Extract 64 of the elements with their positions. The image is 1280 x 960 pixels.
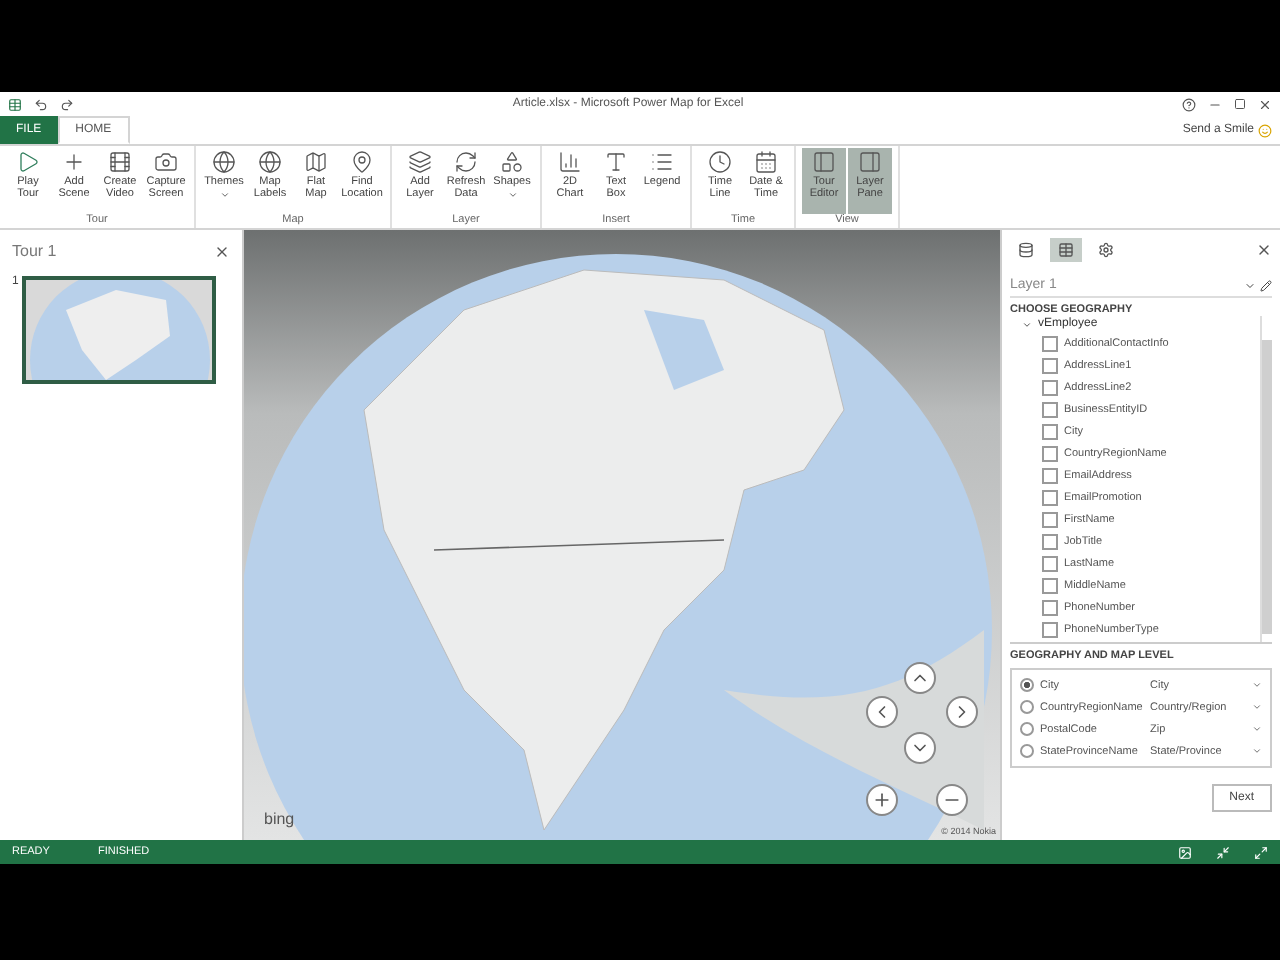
clock-icon [708,150,732,174]
caret-icon [1252,680,1262,690]
maximize-icon[interactable] [1234,98,1246,110]
bar-chart-icon [558,150,582,174]
checkbox[interactable] [1042,578,1058,595]
caret-icon [1252,746,1262,756]
checkbox[interactable] [1042,512,1058,529]
globe-icon [212,150,236,174]
tour-title: Tour 1 [12,242,57,260]
camera-icon [154,150,178,174]
checkbox[interactable] [1042,490,1058,507]
checkbox[interactable] [1042,622,1058,639]
close-glyph-icon [1256,242,1272,258]
checkbox[interactable] [1042,468,1058,485]
redo-icon[interactable] [60,97,74,111]
fields-icon [1058,242,1074,258]
database-icon [1018,242,1034,258]
calendar-icon [754,150,778,174]
fullscreen-icon[interactable] [1254,845,1268,859]
radio-button[interactable] [1020,700,1034,714]
scrollbar[interactable] [1260,316,1272,642]
layers-icon [408,150,432,174]
text-icon [604,150,628,174]
smiley-icon [1258,123,1272,137]
image-icon[interactable] [1178,845,1192,859]
radio-button[interactable] [1020,744,1034,758]
close-icon[interactable] [214,243,230,259]
checkbox[interactable] [1042,600,1058,617]
globe-icon [258,150,282,174]
close-icon[interactable] [1256,242,1272,258]
checkbox[interactable] [1042,336,1058,353]
expand-icon [1022,319,1032,330]
pencil-icon[interactable] [1260,279,1272,291]
radio-button[interactable] [1020,722,1034,736]
checkbox[interactable] [1042,380,1058,397]
help-icon[interactable] [1182,97,1196,111]
bing-logo: bing [264,810,295,828]
plus-icon [872,790,892,810]
play-icon [16,150,40,174]
shapes-icon [500,150,524,174]
caret-icon [1252,702,1262,712]
undo-icon[interactable] [34,97,48,111]
checkbox[interactable] [1042,402,1058,419]
checkbox[interactable] [1042,534,1058,551]
map-icon [304,150,328,174]
refresh-icon [454,150,478,174]
map-pin-icon [350,150,374,174]
close-glyph-icon [214,243,230,259]
checkbox[interactable] [1042,446,1058,463]
checkbox[interactable] [1042,556,1058,573]
checkbox[interactable] [1042,358,1058,375]
radio-button[interactable] [1020,678,1034,692]
settings-icon [1098,242,1114,258]
panel-icon [812,150,836,174]
plus-icon [62,150,86,174]
excel-icon [8,97,22,111]
close-icon[interactable] [1258,97,1272,111]
pane-tab[interactable] [1050,238,1082,262]
checkbox[interactable] [1042,424,1058,441]
caret-icon[interactable] [1244,279,1256,291]
film-icon [108,150,132,174]
panel-icon [858,150,882,174]
minimize-icon[interactable] [1216,845,1230,859]
caret-icon [1252,724,1262,734]
